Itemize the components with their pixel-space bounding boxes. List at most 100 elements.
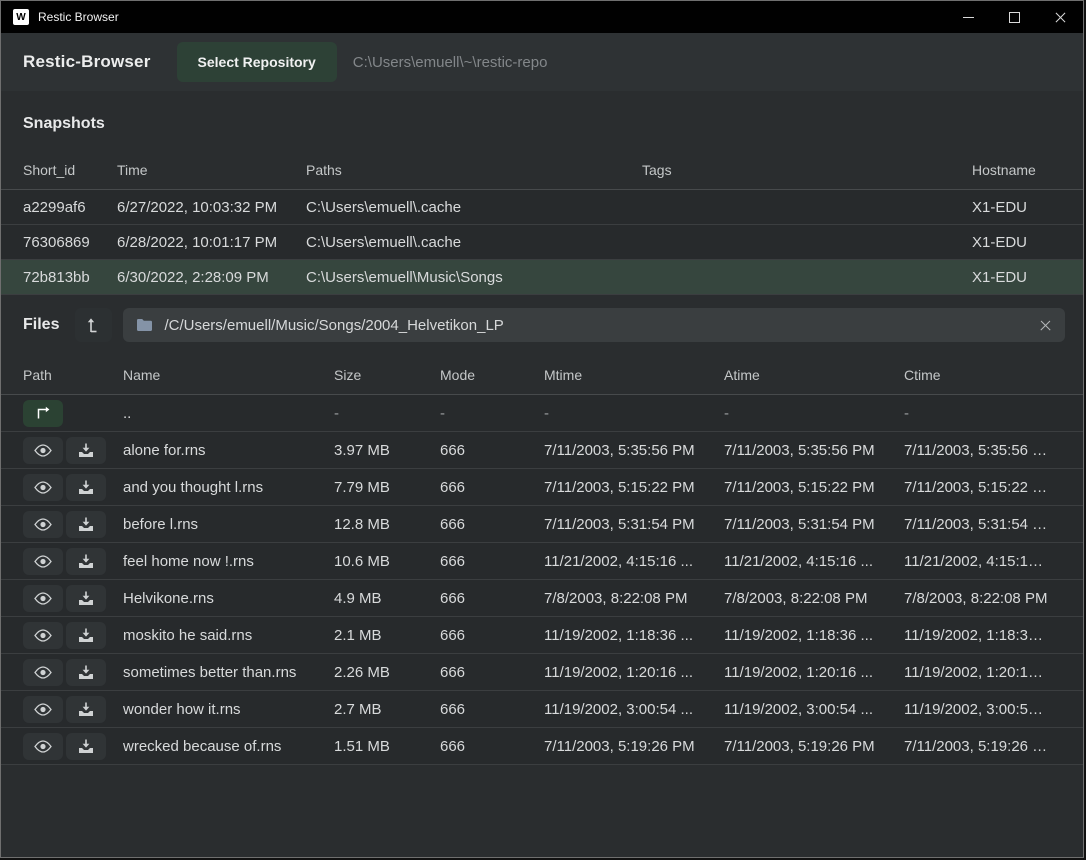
file-size: 2.26 MB <box>334 664 440 681</box>
snapshot-row[interactable]: a2299af6 6/27/2022, 10:03:32 PM C:\Users… <box>1 190 1083 224</box>
file-mtime: 7/11/2003, 5:31:54 PM <box>544 516 724 533</box>
snapshot-short-id: 72b813bb <box>23 269 117 286</box>
file-mtime: 7/8/2003, 8:22:08 PM <box>544 590 724 607</box>
preview-file-button[interactable] <box>23 437 63 464</box>
download-file-button[interactable] <box>66 585 106 612</box>
file-mtime: 11/21/2002, 4:15:16 ... <box>544 553 724 570</box>
download-icon <box>78 628 94 643</box>
close-icon <box>1055 12 1066 23</box>
download-file-button[interactable] <box>66 437 106 464</box>
file-mode: 666 <box>440 738 544 755</box>
parent-dir-button[interactable] <box>23 400 63 427</box>
minimize-button[interactable] <box>945 1 991 33</box>
download-file-button[interactable] <box>66 511 106 538</box>
column-header: Short_id <box>23 162 117 178</box>
file-name: moskito he said.rns <box>123 627 334 644</box>
file-name: before l.rns <box>123 516 334 533</box>
files-toolbar: Files /C/Users/emuell/Music/Songs/2004_H… <box>23 308 1065 342</box>
file-row: and you thought l.rns 7.79 MB 666 7/11/2… <box>1 468 1083 505</box>
file-size: 2.7 MB <box>334 701 440 718</box>
file-atime: 7/8/2003, 8:22:08 PM <box>724 590 904 607</box>
file-ctime: 11/19/2002, 1:18:36 ... <box>904 627 1061 644</box>
maximize-button[interactable] <box>991 1 1037 33</box>
go-up-button[interactable] <box>75 308 112 342</box>
file-size: 12.8 MB <box>334 516 440 533</box>
app-logo-icon: W <box>13 9 29 25</box>
file-mtime: 11/19/2002, 1:18:36 ... <box>544 627 724 644</box>
preview-file-button[interactable] <box>23 733 63 760</box>
download-file-button[interactable] <box>66 659 106 686</box>
file-mode: 666 <box>440 664 544 681</box>
download-icon <box>78 591 94 606</box>
download-file-button[interactable] <box>66 622 106 649</box>
file-size: 2.1 MB <box>334 627 440 644</box>
titlebar: W Restic Browser <box>1 1 1083 33</box>
preview-file-button[interactable] <box>23 659 63 686</box>
column-header: Path <box>23 367 123 383</box>
file-mode: 666 <box>440 553 544 570</box>
file-ctime: 11/19/2002, 3:00:54 ... <box>904 701 1061 718</box>
download-file-button[interactable] <box>66 696 106 723</box>
snapshot-row[interactable]: 72b813bb 6/30/2022, 2:28:09 PM C:\Users\… <box>1 259 1083 294</box>
snapshot-short-id: 76306869 <box>23 234 117 251</box>
close-button[interactable] <box>1037 1 1083 33</box>
column-header: Ctime <box>904 367 1061 383</box>
clear-path-icon[interactable] <box>1039 319 1052 332</box>
column-header: Name <box>123 367 334 383</box>
eye-icon <box>34 740 52 753</box>
preview-file-button[interactable] <box>23 511 63 538</box>
file-mode: - <box>440 405 544 422</box>
preview-file-button[interactable] <box>23 474 63 501</box>
file-atime: 11/19/2002, 1:20:16 ... <box>724 664 904 681</box>
eye-icon <box>34 555 52 568</box>
file-mode: 666 <box>440 516 544 533</box>
file-ctime: 11/19/2002, 1:20:16 ... <box>904 664 1061 681</box>
download-icon <box>78 480 94 495</box>
file-size: 4.9 MB <box>334 590 440 607</box>
eye-icon <box>34 666 52 679</box>
snapshot-hostname: X1-EDU <box>972 269 1061 286</box>
file-atime: 11/19/2002, 1:18:36 ... <box>724 627 904 644</box>
file-ctime: 7/11/2003, 5:31:54 PM <box>904 516 1061 533</box>
file-name: sometimes better than.rns <box>123 664 334 681</box>
current-path: /C/Users/emuell/Music/Songs/2004_Helveti… <box>164 317 1028 334</box>
column-header: Size <box>334 367 440 383</box>
download-file-button[interactable] <box>66 548 106 575</box>
file-name[interactable]: .. <box>123 405 334 422</box>
folder-icon <box>136 318 153 332</box>
file-mode: 666 <box>440 627 544 644</box>
file-name: feel home now !.rns <box>123 553 334 570</box>
column-header: Time <box>117 162 306 178</box>
file-atime: 11/19/2002, 3:00:54 ... <box>724 701 904 718</box>
file-size: 7.79 MB <box>334 479 440 496</box>
eye-icon <box>34 481 52 494</box>
snapshot-hostname: X1-EDU <box>972 234 1061 251</box>
select-repository-button[interactable]: Select Repository <box>177 42 337 82</box>
file-name: Helvikone.rns <box>123 590 334 607</box>
path-input[interactable]: /C/Users/emuell/Music/Songs/2004_Helveti… <box>123 308 1065 342</box>
download-icon <box>78 554 94 569</box>
file-row: wrecked because of.rns 1.51 MB 666 7/11/… <box>1 727 1083 764</box>
preview-file-button[interactable] <box>23 622 63 649</box>
file-name: wrecked because of.rns <box>123 738 334 755</box>
download-file-button[interactable] <box>66 733 106 760</box>
file-mtime: 7/11/2003, 5:19:26 PM <box>544 738 724 755</box>
snapshot-row[interactable]: 76306869 6/28/2022, 10:01:17 PM C:\Users… <box>1 224 1083 259</box>
parent-dir-icon <box>34 406 52 420</box>
maximize-icon <box>1009 12 1020 23</box>
file-row: feel home now !.rns 10.6 MB 666 11/21/20… <box>1 542 1083 579</box>
file-mtime: 11/19/2002, 3:00:54 ... <box>544 701 724 718</box>
file-size: 3.97 MB <box>334 442 440 459</box>
file-size: 1.51 MB <box>334 738 440 755</box>
download-file-button[interactable] <box>66 474 106 501</box>
header-bar: Restic-Browser Select Repository C:\User… <box>1 33 1083 91</box>
preview-file-button[interactable] <box>23 585 63 612</box>
preview-file-button[interactable] <box>23 548 63 575</box>
snapshot-paths: C:\Users\emuell\.cache <box>306 234 642 251</box>
preview-file-button[interactable] <box>23 696 63 723</box>
window-controls <box>945 1 1083 33</box>
file-ctime: - <box>904 405 1061 422</box>
file-row: alone for.rns 3.97 MB 666 7/11/2003, 5:3… <box>1 431 1083 468</box>
snapshot-time: 6/30/2022, 2:28:09 PM <box>117 269 306 286</box>
snapshots-table-body: a2299af6 6/27/2022, 10:03:32 PM C:\Users… <box>1 190 1083 295</box>
